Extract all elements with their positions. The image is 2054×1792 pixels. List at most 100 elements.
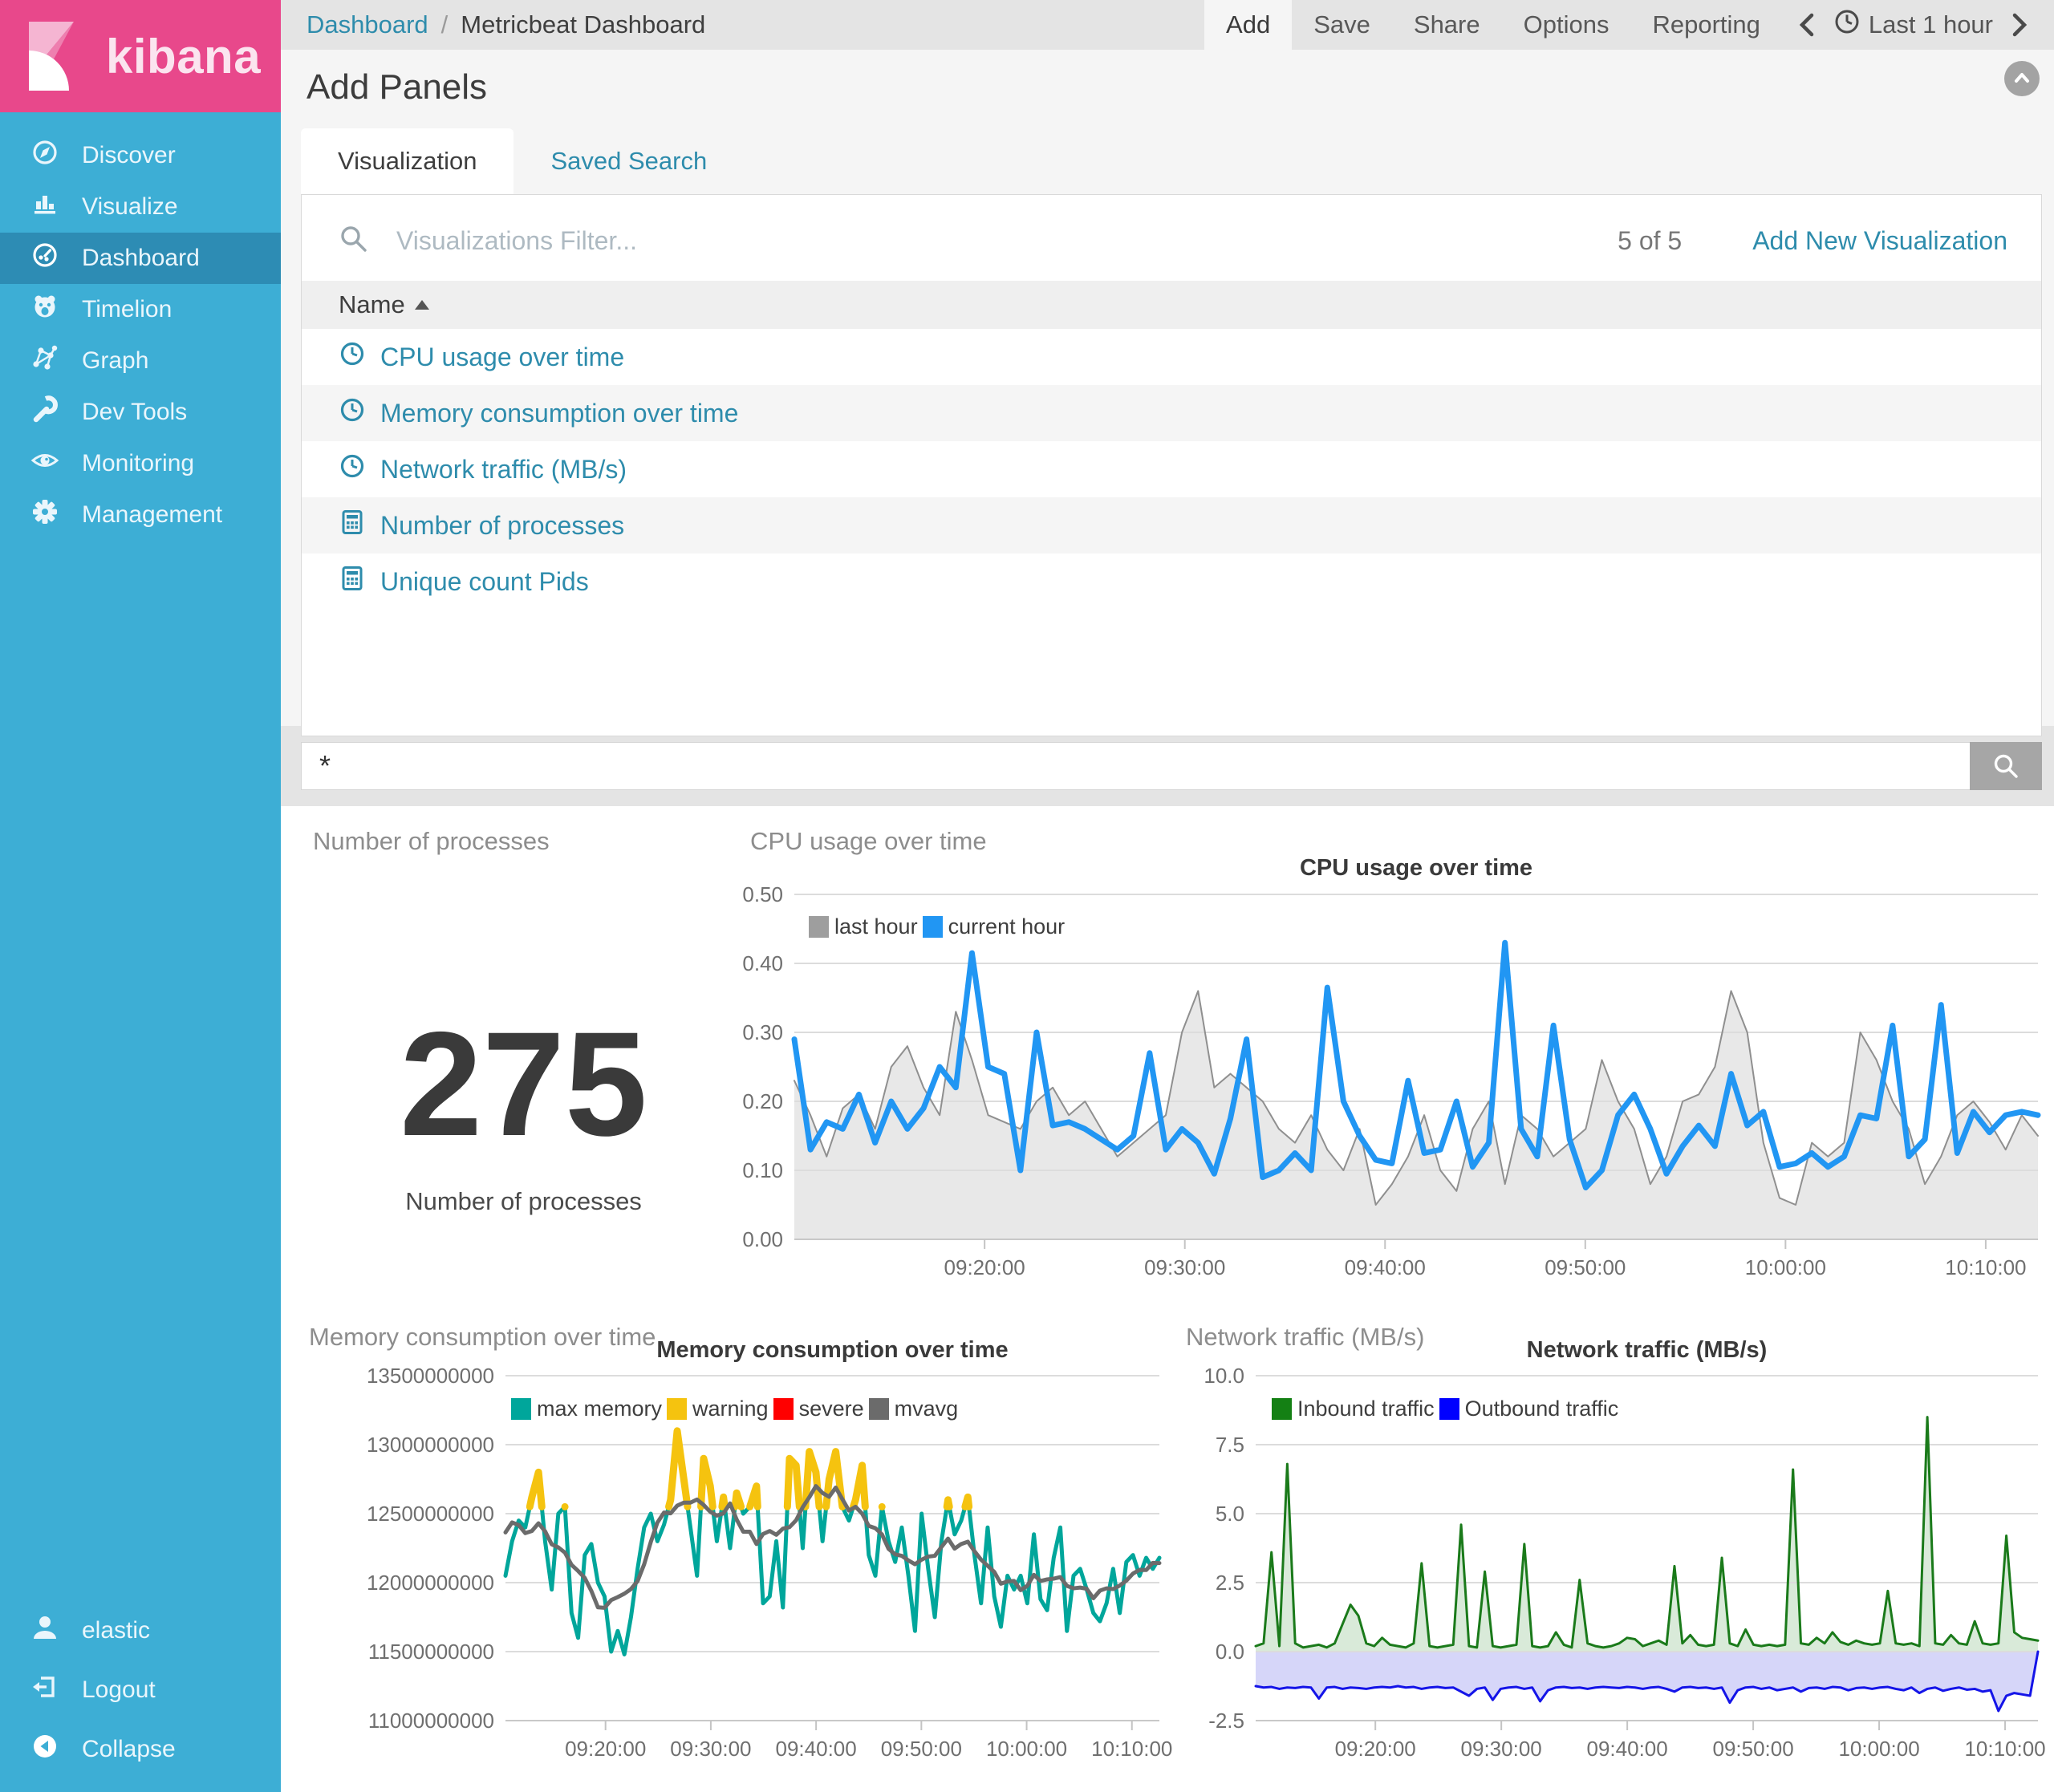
y-axis-label: 0.20 [726,1089,783,1114]
y-axis-label: 11000000000 [301,1709,494,1733]
sidebar-item-collapse[interactable]: Collapse [0,1720,281,1779]
sidebar-item-graph[interactable]: Graph [0,335,281,387]
legend-item[interactable]: max memory [511,1397,667,1421]
time-back-chevron-icon[interactable] [1796,11,1817,39]
viz-row-label: CPU usage over time [380,343,624,372]
calculator-icon [339,509,366,542]
breadcrumb-separator: / [441,10,449,39]
query-input[interactable] [301,742,1970,790]
panel-title-number-of-processes[interactable]: Number of processes [313,827,550,856]
y-axis-label: -2.5 [1175,1709,1244,1733]
legend-item[interactable]: warning [667,1397,773,1421]
x-axis-label: 09:20:00 [1303,1737,1447,1762]
legend-label: max memory [537,1397,662,1421]
share-button[interactable]: Share [1392,0,1502,50]
legend-item[interactable]: Outbound traffic [1439,1397,1624,1421]
kibana-logo[interactable]: kibana [0,0,281,112]
legend-label: last hour [834,914,918,939]
compass-icon [30,138,59,173]
add-new-visualization-link[interactable]: Add New Visualization [1752,226,2007,256]
y-axis-label: 5.0 [1175,1502,1244,1526]
query-bar [281,726,2054,806]
sidebar-item-dev-tools[interactable]: Dev Tools [0,387,281,438]
y-axis-label: 12500000000 [301,1502,494,1526]
y-axis-label: 2.5 [1175,1571,1244,1595]
add-button[interactable]: Add [1204,0,1292,50]
x-axis-label: 10:10:00 [1914,1255,2054,1280]
legend-item[interactable]: current hour [923,914,1070,939]
save-button[interactable]: Save [1292,0,1392,50]
sidebar-item-visualize[interactable]: Visualize [0,181,281,233]
y-axis-label: 7.5 [1175,1433,1244,1458]
sidebar: kibana Discover Visualize Dashboard Time… [0,0,281,1792]
legend-item[interactable]: last hour [809,914,923,939]
memory-consumption-chart: max memorywarningseveremvavg Memory cons… [301,1320,1175,1791]
chart-title: CPU usage over time [794,855,2038,882]
y-axis-label: 10.0 [1175,1364,1244,1389]
y-axis-label: 0.00 [726,1227,783,1252]
tab-visualization[interactable]: Visualization [301,128,514,194]
user-icon [30,1613,59,1648]
metric-value: 275 [301,1011,746,1159]
sidebar-item-discover[interactable]: Discover [0,130,281,181]
y-axis-label: 0.50 [726,882,783,907]
options-button[interactable]: Options [1502,0,1631,50]
sidebar-item-label: Dev Tools [82,399,187,426]
sidebar-item-user[interactable]: elastic [0,1601,281,1660]
reporting-button[interactable]: Reporting [1630,0,1781,50]
clock-icon [339,340,366,374]
viz-list-header[interactable]: Name [302,281,2041,329]
y-axis-label: 0.0 [1175,1640,1244,1664]
viz-row-label: Unique count Pids [380,567,589,597]
network-chart-legend[interactable]: Inbound trafficOutbound traffic [1272,1397,1623,1421]
viz-row-label: Number of processes [380,511,624,541]
y-axis-label: 0.10 [726,1158,783,1183]
breadcrumb-dashboard-link[interactable]: Dashboard [306,10,428,39]
sidebar-item-label: Discover [82,142,176,169]
viz-row-memory[interactable]: Memory consumption over time [302,385,2041,441]
search-icon [1991,752,2020,780]
legend-item[interactable]: Inbound traffic [1272,1397,1439,1421]
legend-label: current hour [948,914,1066,939]
memory-chart-legend[interactable]: max memorywarningseveremvavg [511,1397,963,1421]
legend-swatch-icon [773,1398,794,1420]
timepicker-button[interactable]: Last 1 hour [1833,8,1993,42]
sidebar-item-label: Dashboard [82,245,200,272]
viz-row-number-of-processes[interactable]: Number of processes [302,497,2041,553]
main-content: Dashboard / Metricbeat Dashboard Add Sav… [281,0,2054,1792]
chart-title: Network traffic (MB/s) [1256,1337,2038,1364]
sidebar-nav: Discover Visualize Dashboard Timelion Gr… [0,130,281,541]
x-axis-label: 09:50:00 [1513,1255,1658,1280]
y-axis-label: 11500000000 [301,1640,494,1664]
sidebar-item-timelion[interactable]: Timelion [0,284,281,335]
viz-row-unique-count-pids[interactable]: Unique count Pids [302,553,2041,610]
metric-label: Number of processes [301,1187,746,1216]
collapse-panel-button[interactable] [2004,61,2040,96]
add-panels-section: Add Panels Visualization Saved Search 5 … [281,50,2054,726]
x-axis-label: 09:50:00 [1681,1737,1825,1762]
legend-item[interactable]: mvavg [869,1397,964,1421]
viz-row-label: Network traffic (MB/s) [380,455,627,484]
sidebar-item-logout[interactable]: Logout [0,1660,281,1720]
legend-swatch-icon [511,1398,531,1420]
cpu-chart-legend[interactable]: last hour current hour [809,914,1070,939]
legend-swatch-icon [923,916,943,938]
sidebar-item-label: Collapse [82,1736,176,1763]
clock-icon [339,452,366,486]
sidebar-item-monitoring[interactable]: Monitoring [0,438,281,489]
breadcrumb: Dashboard / Metricbeat Dashboard [281,0,705,50]
sidebar-item-label: Timelion [82,296,172,323]
x-axis-label: 09:40:00 [1313,1255,1457,1280]
legend-swatch-icon [809,916,829,938]
tab-saved-search[interactable]: Saved Search [514,128,744,194]
viz-row-cpu-usage[interactable]: CPU usage over time [302,329,2041,385]
dashboard-grid: Number of processes 275 Number of proces… [281,806,2054,1792]
legend-item[interactable]: severe [773,1397,869,1421]
query-search-button[interactable] [1970,742,2042,790]
viz-row-network[interactable]: Network traffic (MB/s) [302,441,2041,497]
topnav-menu: Add Save Share Options Reporting [1204,0,1782,50]
sidebar-item-management[interactable]: Management [0,489,281,541]
visualizations-filter-input[interactable] [396,226,1590,256]
time-forward-chevron-icon[interactable] [2009,11,2030,39]
sidebar-item-dashboard[interactable]: Dashboard [0,233,281,284]
